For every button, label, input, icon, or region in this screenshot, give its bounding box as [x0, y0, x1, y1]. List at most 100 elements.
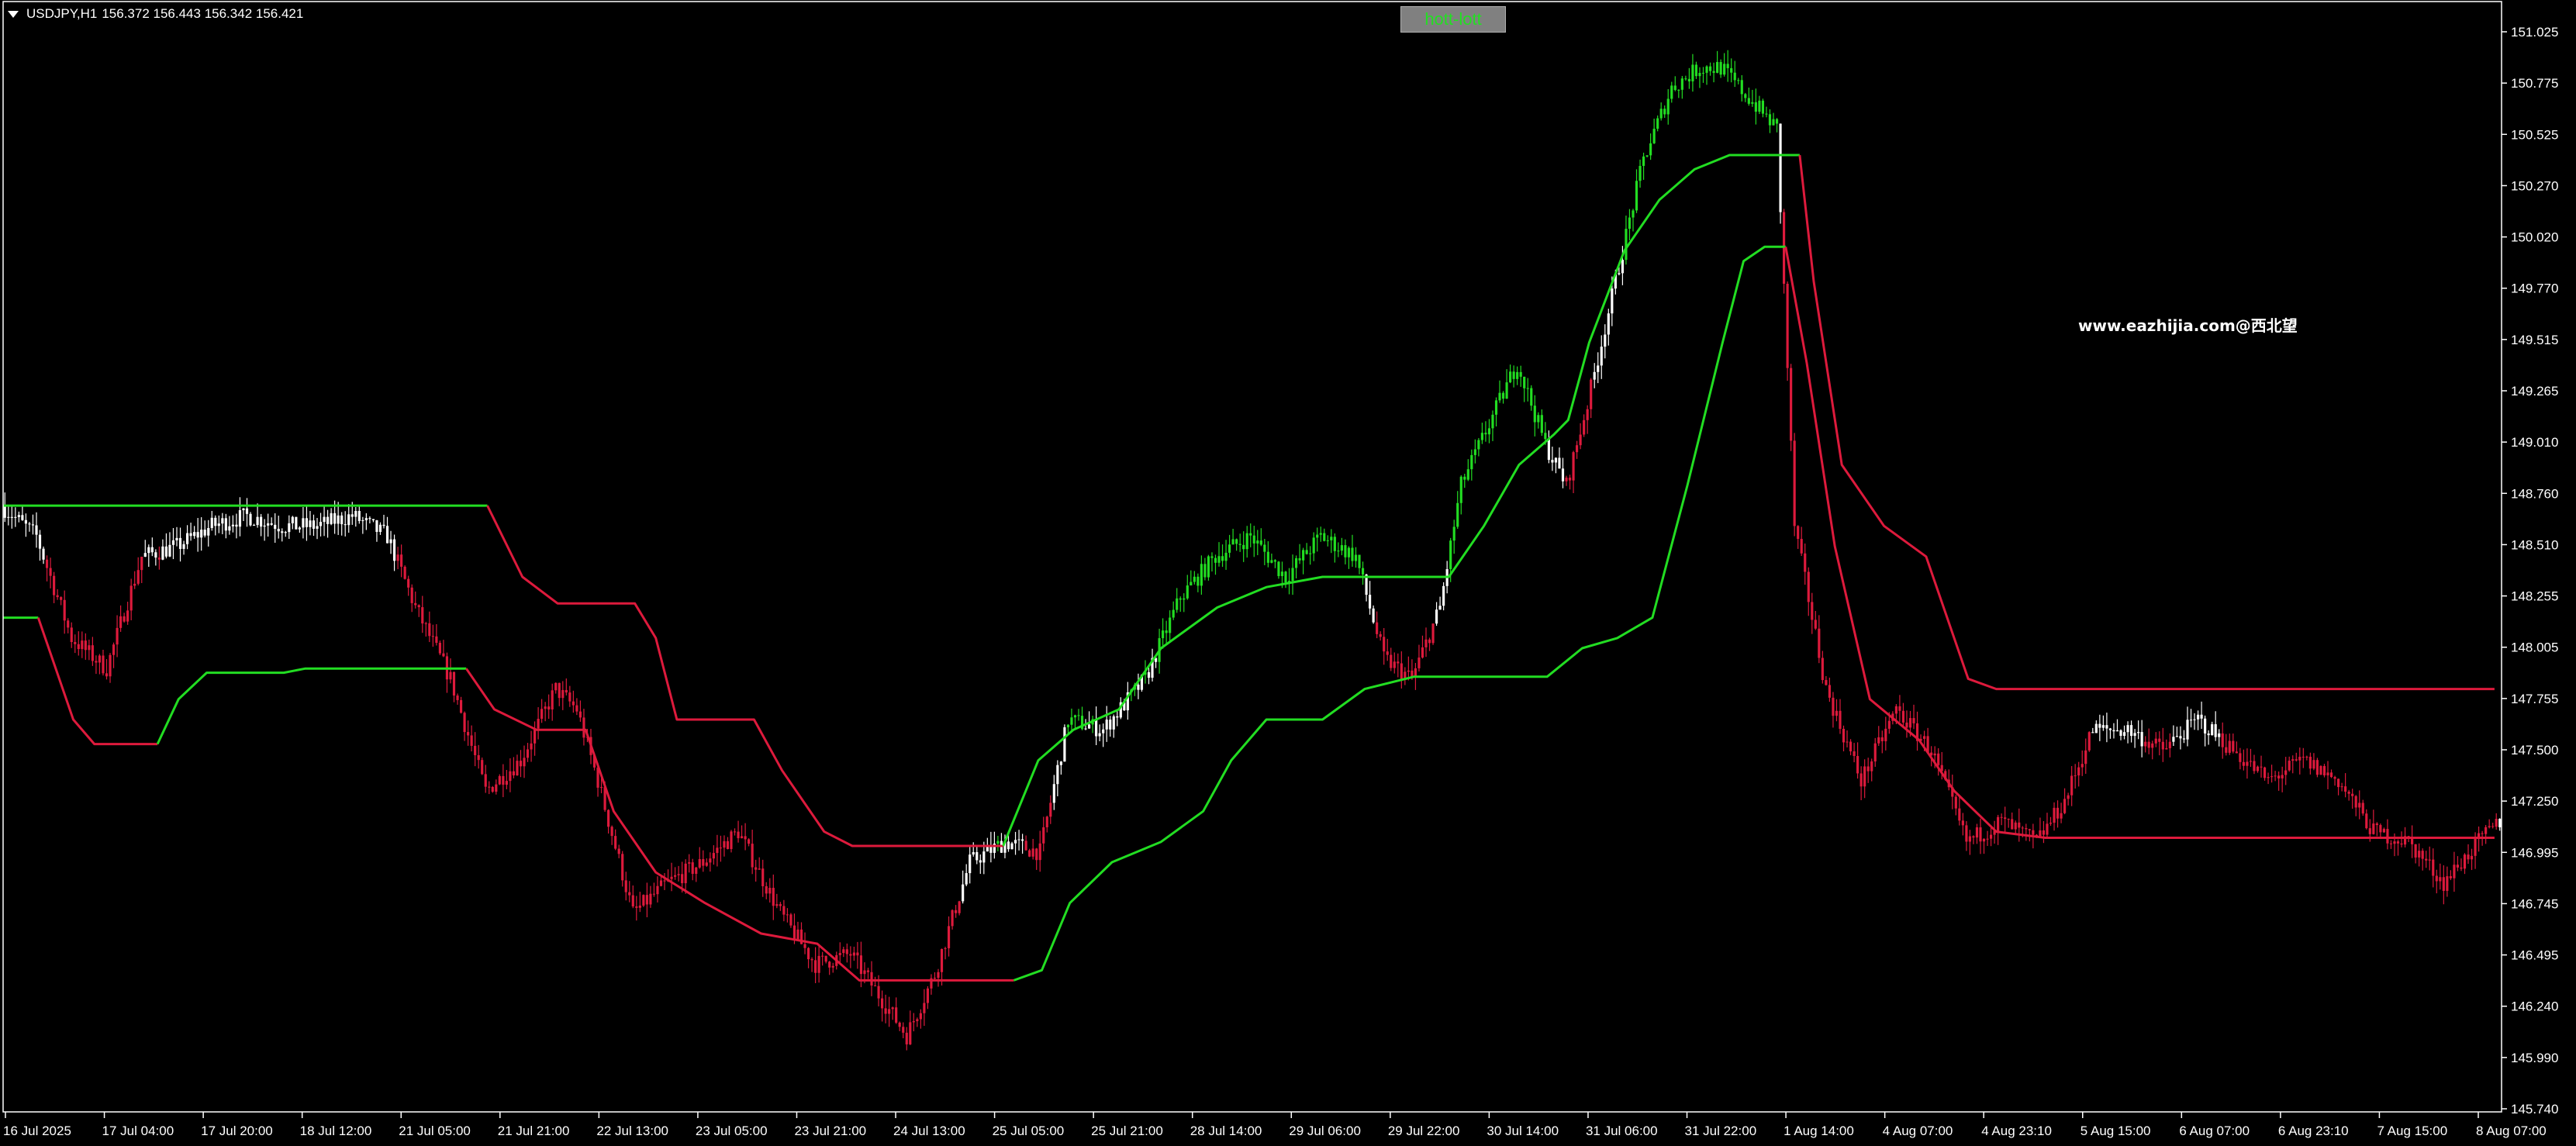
candle-body: [1298, 557, 1301, 561]
candle-body: [1779, 123, 1782, 212]
x-tick-label: 6 Aug 07:00: [2179, 1124, 2250, 1138]
candle-body: [1017, 839, 1020, 841]
candle-body: [414, 602, 417, 606]
y-tick-label: 148.255: [2511, 589, 2558, 604]
candle-body: [1579, 434, 1582, 446]
candle-body: [838, 953, 841, 955]
candle-body: [1730, 67, 1733, 73]
candle-body: [502, 775, 505, 785]
candle-body: [2133, 733, 2136, 737]
candle-body: [364, 518, 368, 520]
candle-body: [2414, 844, 2417, 858]
candle-body: [116, 627, 119, 645]
candle-body: [1691, 64, 1694, 81]
candle-body: [1316, 534, 1319, 538]
chevron-down-icon[interactable]: [8, 10, 19, 18]
candle-body: [962, 884, 965, 902]
candle-body: [1438, 606, 1442, 610]
candle-body: [645, 895, 648, 905]
candle-body: [1846, 741, 1849, 743]
candle-body: [2172, 737, 2175, 742]
x-tick-label: 28 Jul 14:00: [1190, 1124, 1262, 1138]
candle-body: [1590, 379, 1593, 409]
candle-body: [1740, 80, 1743, 95]
candle-body: [969, 854, 972, 874]
candle-body: [449, 671, 452, 680]
candle-body: [1519, 371, 1522, 377]
candle-body: [610, 827, 613, 837]
price-chart[interactable]: 151.025 150.775 150.525 150.270 150.020 149.7…: [0, 0, 2576, 1146]
candle-body: [824, 955, 827, 962]
candle-body: [1835, 710, 1839, 716]
candle-body: [1302, 550, 1305, 561]
candle-body: [554, 682, 558, 691]
candle-body: [312, 520, 316, 529]
candle-body: [1972, 836, 1975, 838]
candle-body: [2336, 778, 2340, 788]
candle-body: [1397, 661, 1400, 664]
y-tick-label: 147.500: [2511, 743, 2558, 758]
candle-body: [2288, 761, 2291, 771]
candle-body: [495, 784, 498, 792]
candle-body: [2442, 877, 2445, 891]
candle-body: [751, 844, 754, 868]
hott-lott-button[interactable]: hott-lott: [1400, 6, 1506, 33]
candle-body: [1428, 639, 1431, 644]
candle-body: [1673, 85, 1676, 91]
candle-body: [2032, 830, 2035, 835]
candle-body: [2379, 825, 2382, 833]
candle-body: [231, 524, 234, 526]
candle-body: [2333, 777, 2336, 779]
candle-body: [1210, 556, 1214, 558]
candle-body: [252, 525, 256, 526]
candle-body: [2025, 828, 2028, 830]
candle-body: [382, 524, 385, 526]
candle-body: [933, 978, 937, 979]
x-tick-label: 29 Jul 22:00: [1388, 1124, 1460, 1138]
candle-body: [1361, 568, 1365, 575]
candle-body: [1576, 445, 1579, 453]
candle-body: [2196, 714, 2200, 720]
candle-body: [512, 771, 516, 776]
candle-body: [1491, 414, 1494, 429]
candle-body: [1038, 843, 1041, 861]
candle-body: [203, 530, 206, 536]
candle-body: [866, 970, 870, 972]
candle-body: [357, 510, 361, 522]
candle-body: [1954, 796, 1957, 809]
candle-body: [1638, 165, 1642, 181]
candle-body: [467, 732, 470, 736]
candle-body: [1098, 733, 1101, 737]
x-tick-label: 16 Jul 2025: [3, 1124, 71, 1138]
candle-body: [368, 518, 371, 519]
candle-body: [2329, 772, 2333, 778]
candle-body: [996, 841, 1000, 844]
candle-body: [1684, 78, 1687, 80]
candle-body: [77, 644, 80, 650]
candle-body: [719, 847, 723, 849]
x-tick-label: 25 Jul 21:00: [1091, 1124, 1163, 1138]
candle-body: [919, 1013, 922, 1020]
lott-line-up: [156, 667, 467, 745]
candle-body: [2484, 827, 2488, 834]
candle-body: [1070, 717, 1073, 725]
candle-body: [2014, 822, 2017, 830]
candle-body: [1200, 564, 1203, 586]
candle-body: [1035, 848, 1038, 861]
x-tick-label: 21 Jul 05:00: [399, 1124, 471, 1138]
candle-body: [582, 717, 585, 738]
candle-body: [1263, 544, 1266, 552]
candle-body: [196, 532, 199, 538]
candle-body: [2358, 803, 2361, 808]
candle-body: [228, 526, 231, 531]
candle-body: [523, 758, 526, 767]
candle-body: [1116, 716, 1119, 718]
candle-body: [1421, 647, 1424, 658]
candle-body: [1498, 392, 1501, 401]
candle-body: [530, 743, 533, 750]
candle-body: [2301, 757, 2305, 758]
candle-body: [1400, 663, 1403, 679]
candle-body: [849, 954, 852, 956]
candle-body: [24, 519, 27, 524]
candle-body: [1344, 545, 1347, 557]
